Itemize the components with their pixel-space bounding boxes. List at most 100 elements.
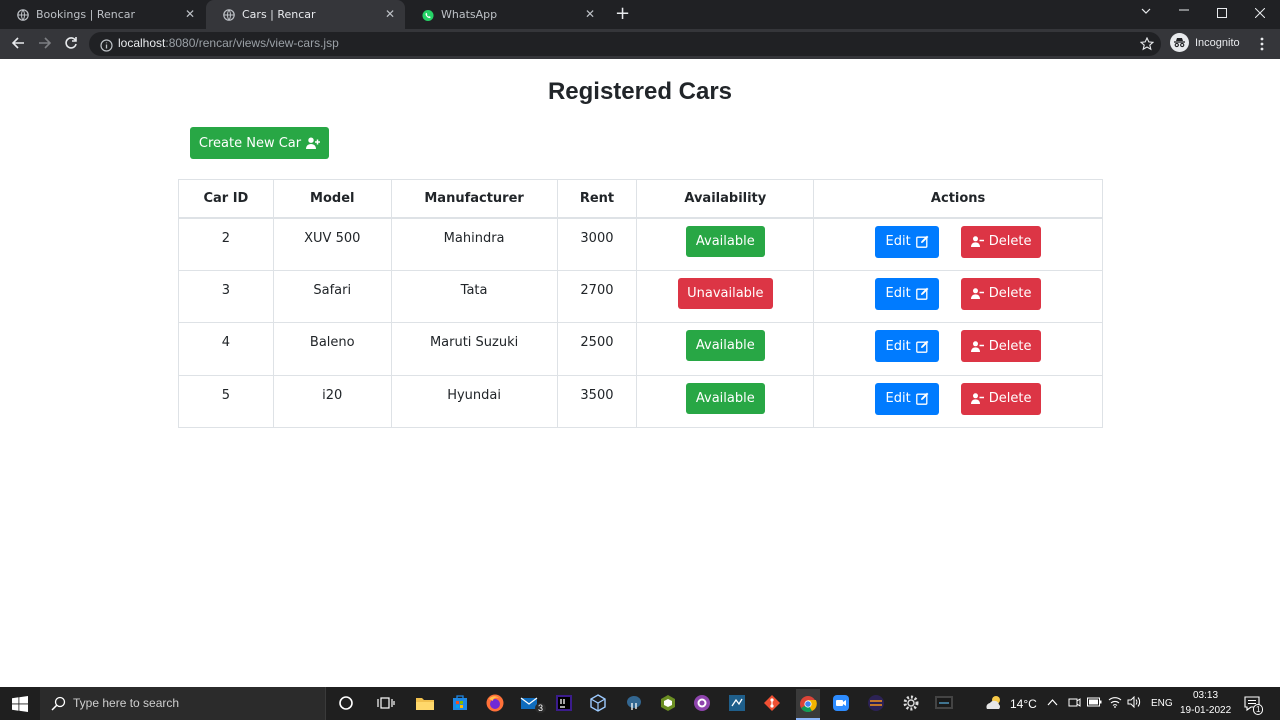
microsoft-store-icon[interactable] <box>449 692 471 714</box>
rent-cell: 2500 <box>556 322 638 376</box>
availability-button[interactable]: Available <box>685 382 765 414</box>
edit-button[interactable]: Edit <box>875 225 940 258</box>
close-window-button[interactable] <box>1254 7 1266 22</box>
availability-button[interactable]: Available <box>685 225 765 257</box>
show-hidden-icons-chevron-icon[interactable] <box>1047 697 1058 709</box>
zoom-icon[interactable] <box>830 692 852 714</box>
git-icon[interactable] <box>761 692 783 714</box>
incognito-indicator[interactable]: Incognito <box>1170 33 1240 52</box>
meet-now-icon[interactable] <box>1068 696 1081 712</box>
close-icon[interactable]: ✕ <box>385 7 395 21</box>
reload-icon[interactable] <box>63 35 79 51</box>
actions-cell: Edit Delete <box>813 322 1103 376</box>
user-plus-icon <box>306 137 321 149</box>
car-id-cell: 5 <box>178 374 274 428</box>
info-icon[interactable] <box>98 37 114 53</box>
windows-start-icon[interactable] <box>9 693 31 715</box>
tab-cars[interactable]: Cars | Rencar ✕ <box>206 0 405 29</box>
edit-button[interactable]: Edit <box>875 382 940 415</box>
actions-cell: Edit Delete <box>813 217 1103 271</box>
user-minus-icon <box>970 393 984 404</box>
weather-temperature[interactable]: 14°C <box>1010 697 1037 711</box>
url-text[interactable]: localhost:8080/rencar/views/view-cars.js… <box>118 35 339 52</box>
clock-time[interactable]: 03:13 <box>1193 690 1218 701</box>
dbeaver-icon[interactable] <box>657 692 679 714</box>
url-path: :8080/rencar/views/view-cars.jsp <box>165 36 339 50</box>
table-row: 3 Safari Tata 2700 Unavailable Edit Dele… <box>178 269 1103 323</box>
edit-button[interactable]: Edit <box>875 277 940 310</box>
menu-dots-icon[interactable] <box>1254 36 1270 52</box>
new-tab-button[interactable]: + <box>615 4 630 24</box>
url-host: localhost <box>118 36 166 50</box>
manufacturer-cell: Hyundai <box>390 374 558 428</box>
postgresql-icon[interactable] <box>623 692 645 714</box>
firefox-icon[interactable] <box>484 692 506 714</box>
chrome-icon[interactable] <box>796 689 820 720</box>
availability-button[interactable]: Unavailable <box>677 277 773 309</box>
manufacturer-cell: Mahindra <box>390 217 558 271</box>
model-cell: Safari <box>272 269 392 323</box>
edit-icon <box>915 287 929 300</box>
delete-label: Delete <box>988 391 1032 406</box>
minimize-button[interactable] <box>1179 3 1189 21</box>
table-header-row: Car ID Model Manufacturer Rent Availabil… <box>178 179 1103 219</box>
tab-title: WhatsApp <box>441 8 498 21</box>
edit-icon <box>915 340 929 353</box>
maximize-button[interactable] <box>1217 7 1227 22</box>
task-view-icon[interactable] <box>375 692 397 714</box>
tab-search-chevron-icon[interactable] <box>1141 5 1151 20</box>
edit-icon <box>915 235 929 248</box>
delete-label: Delete <box>988 286 1032 301</box>
delete-button[interactable]: Delete <box>961 382 1042 415</box>
delete-button[interactable]: Delete <box>961 330 1042 362</box>
edit-label: Edit <box>885 234 911 249</box>
cars-table: Car ID Model Manufacturer Rent Availabil… <box>178 179 1103 428</box>
tab-whatsapp[interactable]: WhatsApp ✕ <box>405 0 605 29</box>
browser-tab-strip: Bookings | Rencar ✕ Cars | Rencar ✕ What… <box>0 0 1280 29</box>
car-id-cell: 4 <box>178 322 274 376</box>
rent-cell: 2700 <box>556 269 638 323</box>
availability-button[interactable]: Available <box>685 330 765 361</box>
delete-button[interactable]: Delete <box>961 277 1042 310</box>
virtualbox-icon[interactable] <box>587 692 609 714</box>
column-header-model: Model <box>272 179 392 219</box>
clock-date[interactable]: 19-01-2022 <box>1180 705 1231 716</box>
settings-gear-icon[interactable] <box>900 692 922 714</box>
wifi-icon[interactable] <box>1108 696 1122 711</box>
incognito-icon <box>1170 33 1189 52</box>
intellij-icon[interactable] <box>553 692 575 714</box>
user-minus-icon <box>970 288 984 299</box>
availability-cell: Available <box>636 322 815 376</box>
close-icon[interactable]: ✕ <box>185 7 195 21</box>
delete-button[interactable]: Delete <box>961 225 1042 258</box>
delete-label: Delete <box>988 234 1032 249</box>
create-new-car-button[interactable]: Create New Car <box>190 127 329 159</box>
github-desktop-icon[interactable] <box>691 692 713 714</box>
whatsapp-icon <box>422 9 434 21</box>
rent-cell: 3000 <box>556 217 638 271</box>
battery-icon[interactable] <box>1087 697 1102 710</box>
taskbar-search-placeholder: Type here to search <box>73 696 180 710</box>
edit-label: Edit <box>885 391 911 406</box>
volume-icon[interactable] <box>1127 695 1141 711</box>
edit-button[interactable]: Edit <box>875 330 940 362</box>
mysql-workbench-icon[interactable] <box>933 692 955 714</box>
create-button-label: Create New Car <box>198 135 302 151</box>
close-icon[interactable]: ✕ <box>585 7 595 21</box>
forward-arrow-icon[interactable] <box>37 35 53 51</box>
column-header-availability: Availability <box>636 179 815 219</box>
back-arrow-icon[interactable] <box>10 35 26 51</box>
tab-bookings[interactable]: Bookings | Rencar ✕ <box>0 0 205 29</box>
mail-badge: 3 <box>535 703 547 713</box>
language-indicator[interactable]: ENG <box>1151 698 1173 709</box>
column-header-actions: Actions <box>813 179 1103 219</box>
file-explorer-icon[interactable] <box>414 692 436 714</box>
star-icon[interactable] <box>1139 36 1155 52</box>
code-editor-icon[interactable] <box>726 692 748 714</box>
user-minus-icon <box>970 236 984 247</box>
globe-icon <box>223 8 235 21</box>
eclipse-icon[interactable] <box>865 692 887 714</box>
manufacturer-cell: Tata <box>390 269 558 323</box>
car-id-cell: 2 <box>178 217 274 271</box>
cortana-icon[interactable] <box>335 692 357 714</box>
